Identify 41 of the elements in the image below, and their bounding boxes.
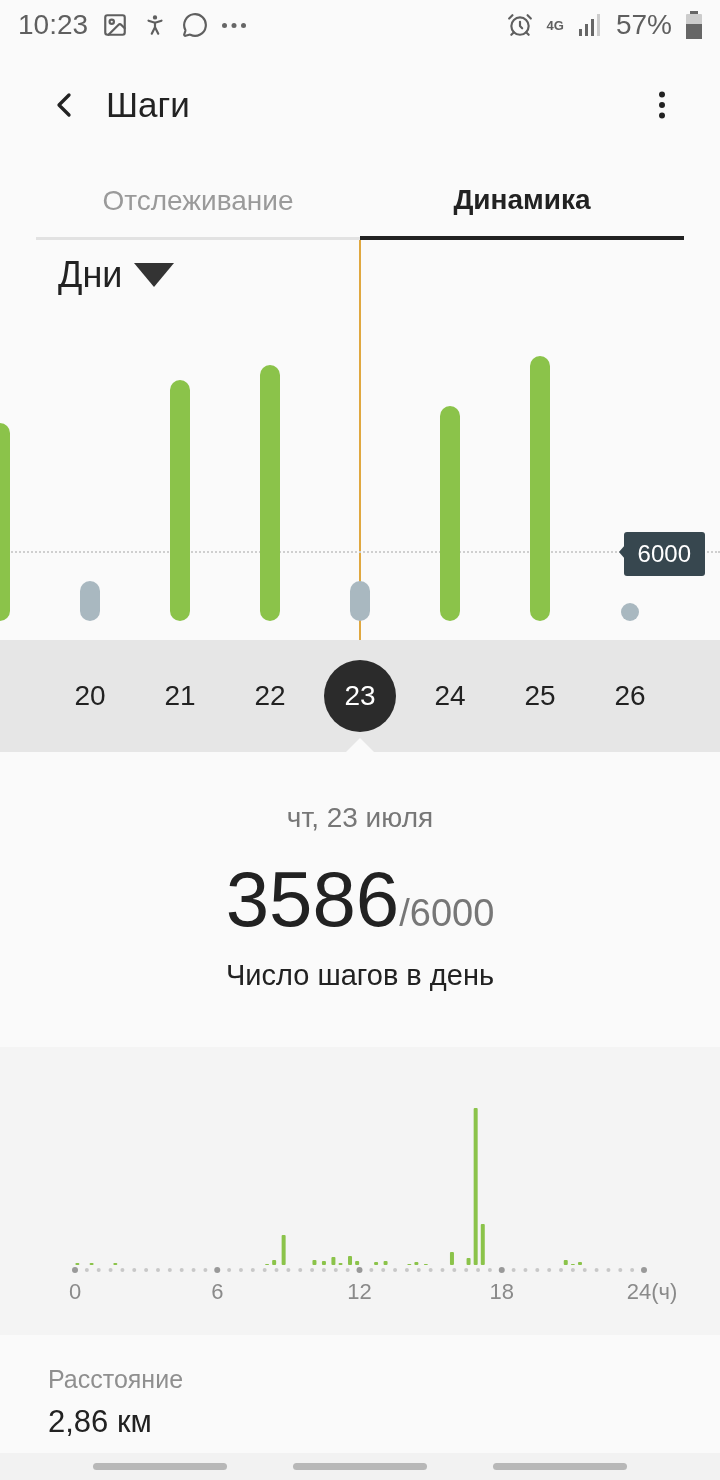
status-time: 10:23 [18, 9, 89, 41]
date-text: чт, 23 июля [286, 802, 434, 834]
nav-home-button[interactable] [293, 1463, 427, 1470]
day-button[interactable]: 22 [234, 660, 306, 732]
axis-label: 12 [347, 1279, 372, 1305]
image-icon [102, 12, 129, 38]
day-bar[interactable] [80, 581, 100, 621]
phone-chat-icon [182, 12, 209, 38]
day-button[interactable]: 21 [144, 660, 216, 732]
day-button[interactable]: 23 [324, 660, 396, 732]
signal-icon [577, 14, 602, 36]
day-button[interactable]: 20 [54, 660, 126, 732]
day-bar[interactable] [621, 603, 639, 621]
day-bar[interactable] [440, 406, 460, 621]
period-dropdown[interactable]: Дни [58, 254, 175, 296]
alarm-icon [506, 12, 533, 38]
axis-label: 6 [211, 1279, 224, 1305]
day-button[interactable]: 24 [414, 660, 486, 732]
axis-label: 24(ч) [626, 1279, 678, 1305]
axis-label: 0 [68, 1279, 82, 1305]
dropdown-triangle-icon [134, 263, 175, 287]
axis-label: 18 [489, 1279, 514, 1305]
nav-recent-button[interactable] [93, 1463, 227, 1470]
battery-percent: 57% [615, 9, 672, 41]
battery-icon [686, 11, 702, 39]
distance-label: Расстояние [48, 1365, 185, 1394]
day-button[interactable]: 25 [504, 660, 576, 732]
step-count: 3586 [225, 854, 400, 945]
network-type: 4G [546, 17, 564, 33]
day-button[interactable]: 26 [594, 660, 666, 732]
nav-back-button[interactable] [493, 1463, 627, 1470]
day-bar[interactable] [350, 581, 370, 621]
more-icon [222, 22, 247, 28]
step-goal: /6000 [399, 892, 495, 935]
steps-caption: Число шагов в день [226, 959, 494, 992]
distance-value: 2,86 км [48, 1404, 153, 1440]
screen-title: Шаги [106, 85, 191, 125]
day-bar[interactable] [530, 356, 550, 621]
day-bar[interactable] [260, 365, 280, 621]
tab[interactable]: Динамика [360, 160, 684, 240]
day-bar[interactable] [170, 380, 190, 621]
